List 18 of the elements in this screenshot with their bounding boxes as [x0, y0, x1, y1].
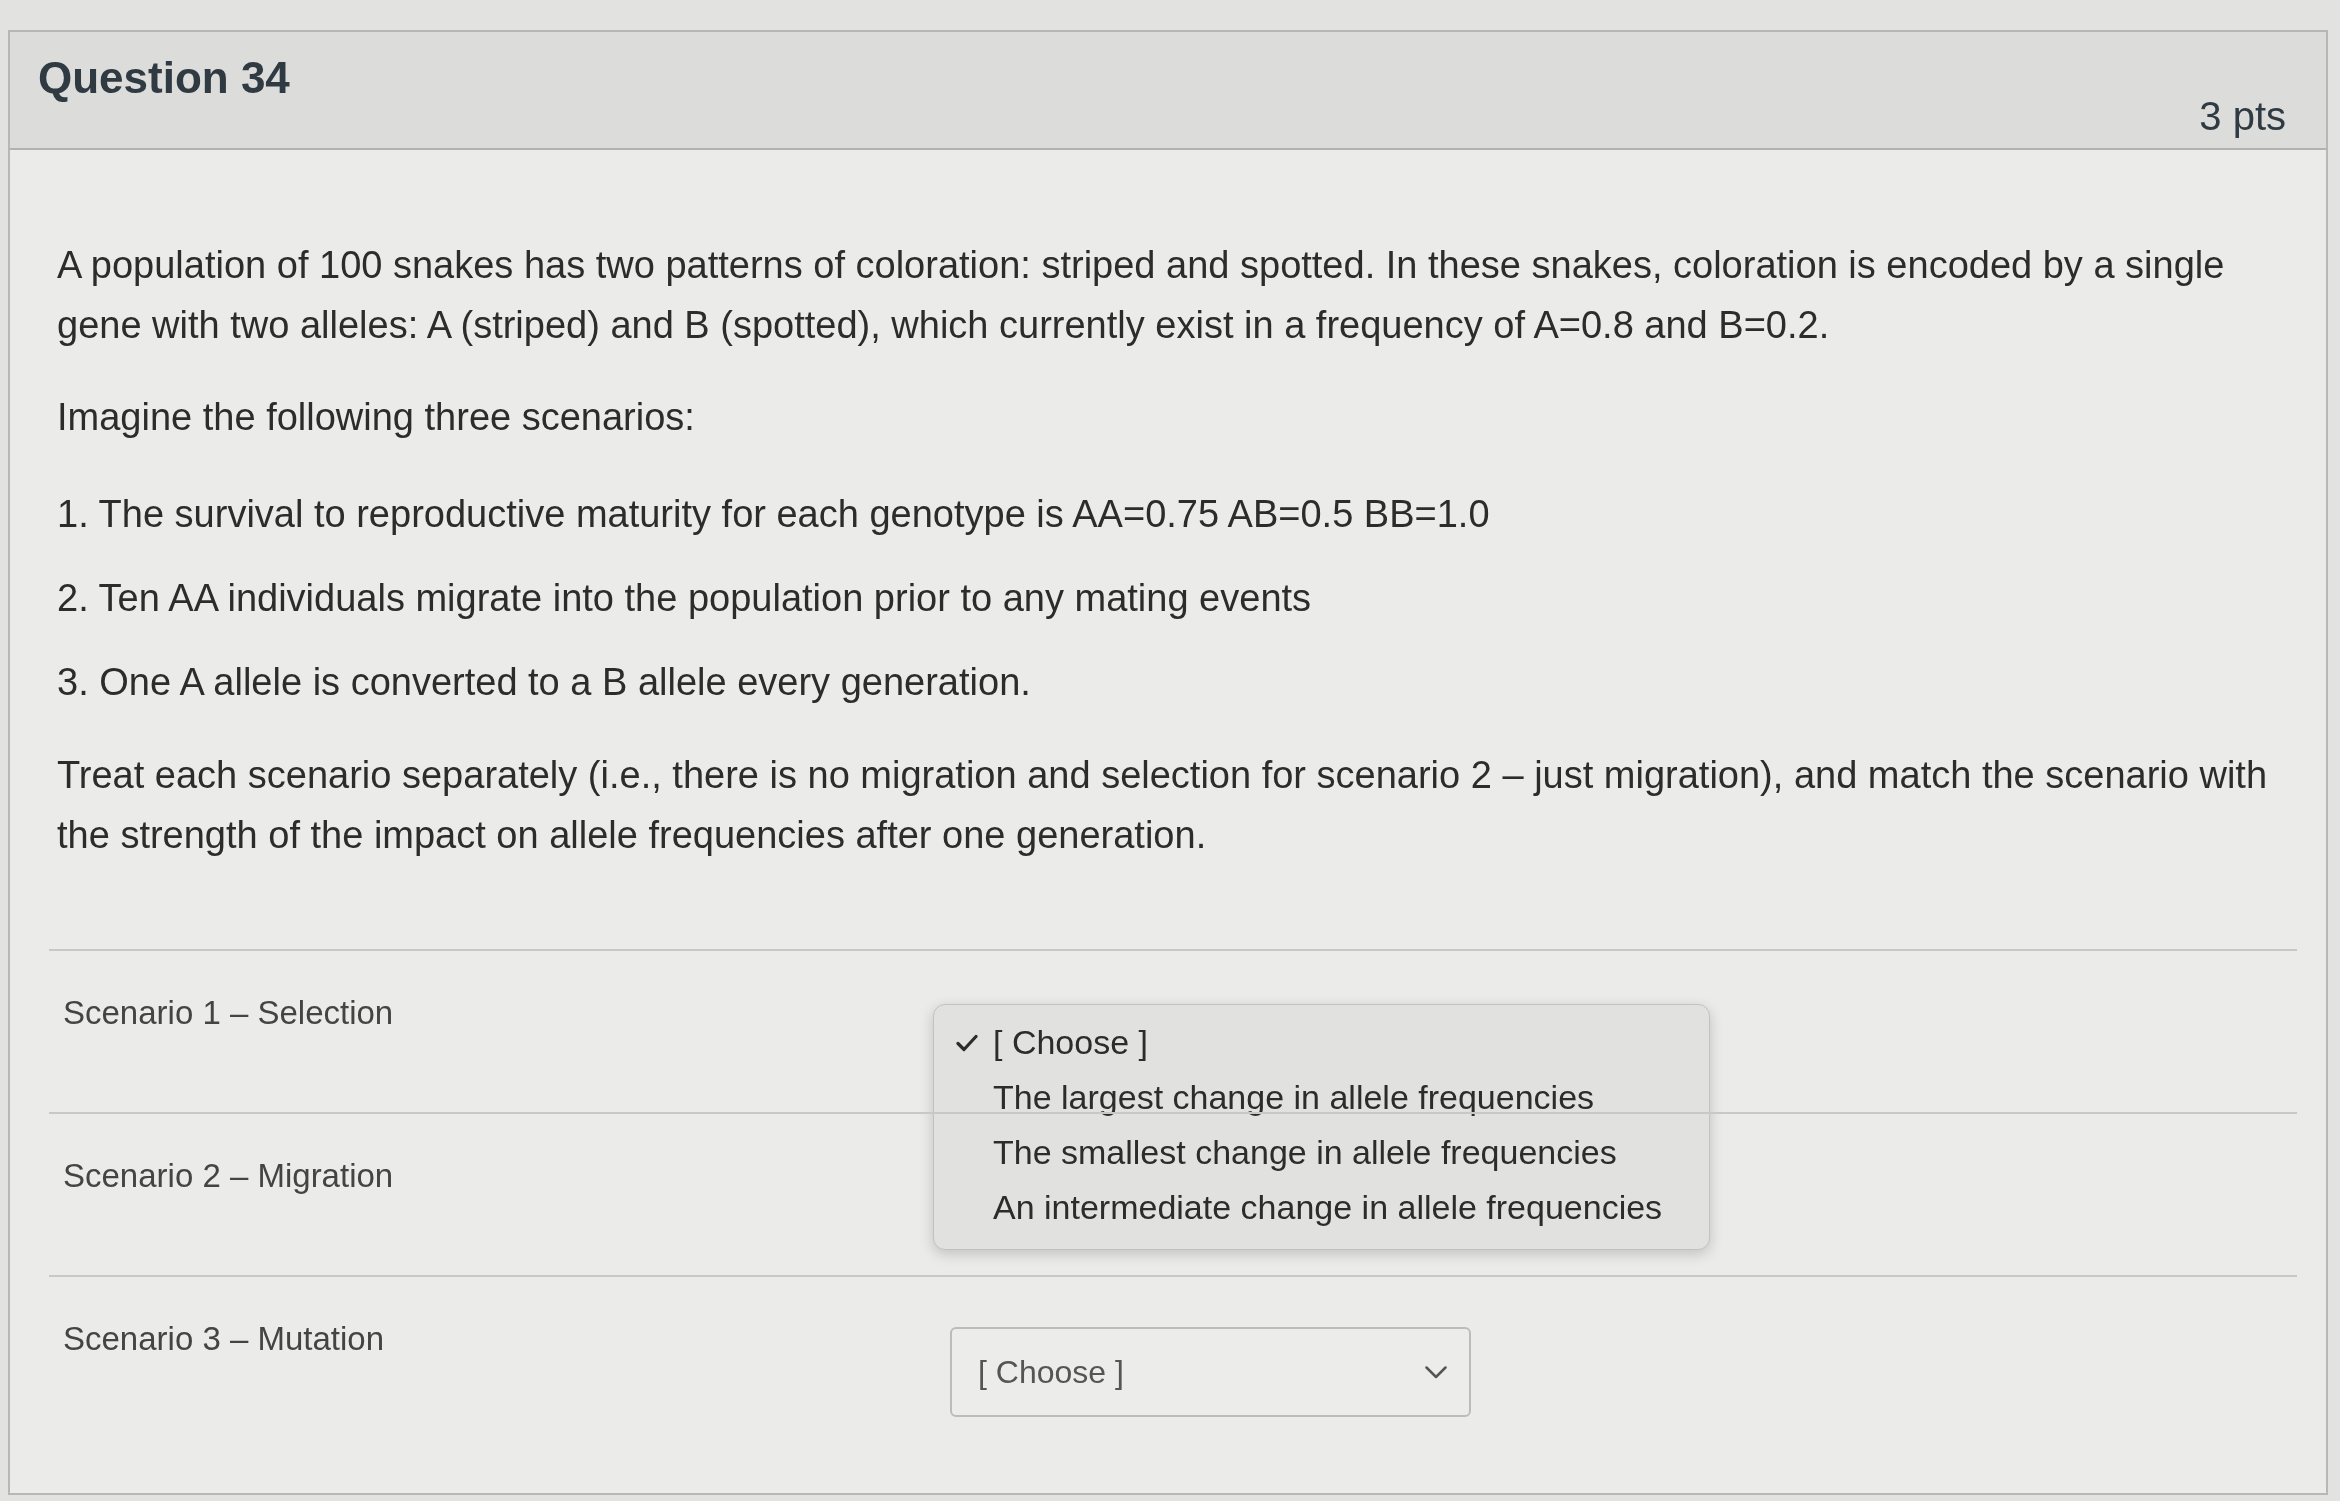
answer-select[interactable]: [ Choose ] [950, 1327, 1471, 1417]
question-text: Imagine the following three scenarios: [57, 395, 696, 440]
menu-option[interactable]: The largest change in allele frequencies [956, 1070, 1689, 1125]
scenario-text: 3. One A allele is converted to a B allele every generation. [57, 660, 1032, 705]
menu-option[interactable]: The smallest change in allele frequencies [956, 1125, 1689, 1180]
points-label: 3 pts [2199, 93, 2286, 140]
question-text: A population of 100 snakes has two patterns of coloration: striped and spotted. In these snakes, coloration is encoded by a single gene with two alleles: A (striped) and B (spotted), which currently exist in a frequency of A=0.8 and B=0.2. [57, 243, 2226, 348]
scenario-text: 1. The survival to reproductive maturity for each genotype is AA=0.75 AB=0.5 BB=1.0 [57, 492, 1491, 537]
scenario-label: Scenario 2 – Migration [63, 1156, 395, 1196]
menu-option[interactable]: An intermediate change in allele frequencies [956, 1180, 1689, 1235]
question-title: Question 34 [38, 53, 290, 104]
instructions-text: Treat each scenario separately (i.e., there is no migration and selection for scenario 2 – just migration), and match the scenario with the strength of the impact on allele frequencies after one generation. [57, 753, 2269, 858]
scenario-label: Scenario 1 – Selection [63, 993, 395, 1033]
chevron-down-icon [1425, 1365, 1447, 1379]
scenario-text: 2. Ten AA individuals migrate into the population prior to any mating events [57, 576, 1313, 621]
menu-option[interactable]: [ Choose ] [956, 1015, 1689, 1070]
scenario-label: Scenario 3 – Mutation [63, 1319, 386, 1359]
check-icon [956, 1033, 978, 1052]
